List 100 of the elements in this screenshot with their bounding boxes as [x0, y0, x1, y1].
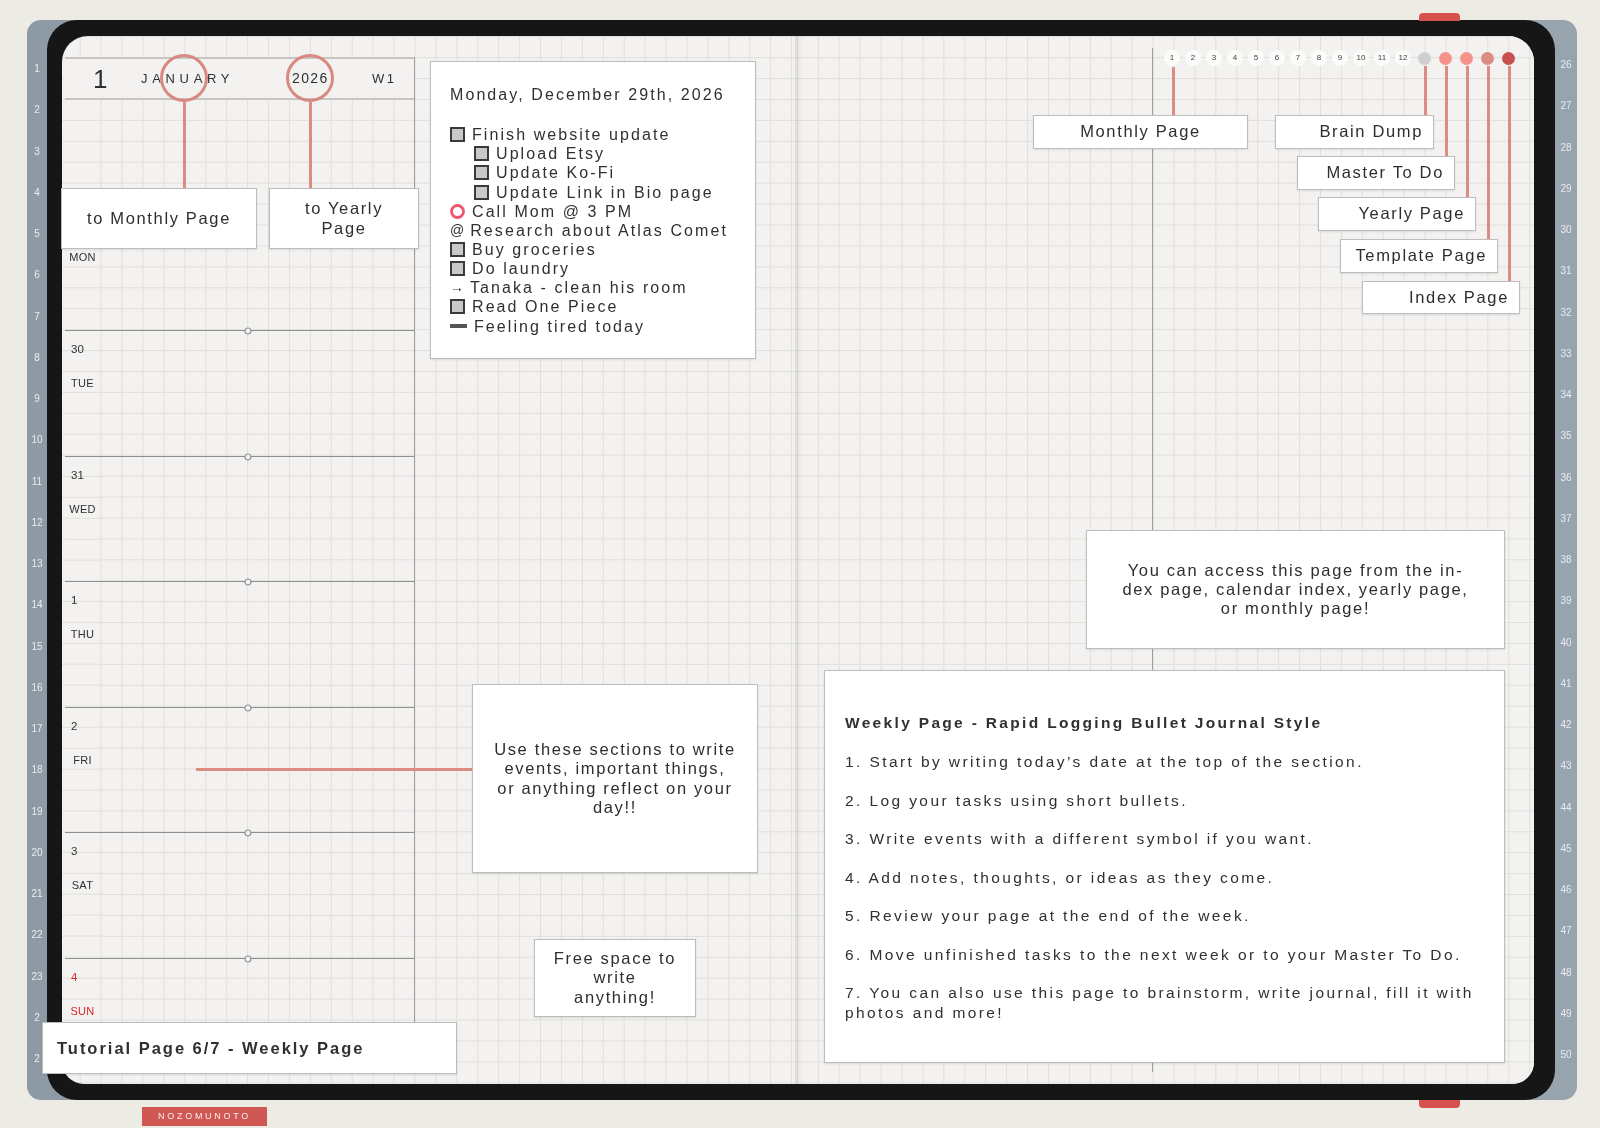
ruler-number: 4: [34, 185, 40, 200]
square-bullet-icon: [474, 146, 489, 162]
log-entry: Finish website update: [472, 125, 671, 145]
day-number: 2: [70, 718, 79, 734]
ruler-number: 3: [34, 144, 40, 159]
ruler-number: 26: [1560, 58, 1572, 72]
section-dot-icon[interactable]: [1417, 51, 1431, 65]
section-dot-icon[interactable]: [1459, 51, 1473, 65]
connector-line: [1424, 66, 1427, 115]
day-number: 1: [92, 65, 109, 92]
callout-note: Use these sections to write events, important things, or anything reflect on your day!!: [472, 684, 758, 873]
day-number: 4: [70, 969, 79, 985]
ruler-number: 2: [34, 103, 40, 118]
day-number: 30: [70, 342, 85, 357]
link-label: Brain Dump: [1275, 115, 1434, 149]
ruler-number: 13: [31, 557, 43, 571]
log-date: Monday, December 29th, 2026: [450, 85, 726, 105]
log-entry: Feeling tired today: [474, 316, 646, 336]
ruler-number: 10: [31, 433, 43, 448]
square-bullet-icon: [450, 127, 465, 143]
log-entry: Do laundry: [472, 259, 571, 279]
month-tab[interactable]: 8: [1311, 50, 1327, 66]
day-name: MON: [68, 250, 97, 265]
square-bullet-icon: [474, 165, 489, 181]
ruler-number: 47: [1560, 924, 1572, 939]
month-tab[interactable]: 9: [1332, 50, 1348, 66]
month-tab[interactable]: 11: [1374, 50, 1390, 66]
day-name: WED: [68, 501, 97, 517]
day-number: 31: [70, 467, 85, 483]
section-dot-icon[interactable]: [1501, 51, 1515, 65]
day-number: 3: [70, 844, 79, 860]
ruler-number: 37: [1560, 511, 1572, 526]
ruler-number: 29: [1560, 181, 1572, 196]
ruler-number: 39: [1560, 594, 1572, 609]
month-tab[interactable]: 1: [1164, 50, 1180, 66]
instruction-step: 2. Log your tasks using short bullets.: [845, 790, 1482, 811]
callout-note: Free space to write anything!: [534, 939, 696, 1017]
ruler-number: 31: [1560, 264, 1572, 279]
square-bullet-icon: [450, 242, 465, 257]
day-name: SAT: [70, 878, 95, 894]
ruler-number: 2: [34, 1052, 40, 1066]
ruler-number: 44: [1560, 800, 1572, 815]
instruction-step: 3. Write events with a different symbol if you want.: [845, 829, 1482, 849]
log-entry: Read One Piece: [472, 297, 619, 317]
ruler-number: 15: [31, 639, 43, 654]
highlight-ring: [286, 54, 334, 102]
ruler-number: 23: [31, 969, 43, 984]
month-tab[interactable]: 4: [1227, 50, 1243, 66]
ruler-number: 16: [31, 680, 43, 695]
access-note: You can access this page from the in- dex page, calendar index, yearly page, or monthly page!: [1086, 530, 1505, 649]
page-title-label: Tutorial Page 6/7 - Weekly Page: [42, 1022, 457, 1074]
ruler-number: 20: [31, 845, 43, 860]
ruler-number: 27: [1560, 99, 1572, 114]
bookmark-ribbon: [1419, 1100, 1460, 1108]
month-tab[interactable]: 12: [1395, 50, 1411, 66]
link-label: Master To Do: [1297, 156, 1455, 190]
instruction-step: 5. Review your page at the end of the week.: [845, 906, 1482, 926]
month-tab[interactable]: 2: [1185, 50, 1201, 66]
month-tab[interactable]: 10: [1353, 50, 1369, 66]
ruler-number: 12: [31, 515, 43, 530]
ruler-number: 34: [1560, 388, 1572, 402]
month-tab[interactable]: 6: [1269, 50, 1285, 66]
ruler-number: 33: [1560, 346, 1572, 361]
link-label: Monthly Page: [1033, 115, 1248, 149]
ruler-number: 49: [1560, 1006, 1572, 1021]
callout-note: to Monthly Page: [61, 188, 257, 249]
bullet-symbol: @: [450, 220, 465, 240]
section-dot-icon[interactable]: [1438, 51, 1452, 65]
day-name: FRI: [72, 752, 93, 768]
ruler-number: 38: [1560, 553, 1572, 567]
ruler-number: 46: [1560, 883, 1572, 897]
ruler-number: 8: [34, 350, 40, 365]
ring-bullet-icon: [450, 203, 465, 219]
ruler-number: 18: [31, 763, 43, 778]
day-name: SUN: [69, 1003, 96, 1019]
link-label: Yearly Page: [1318, 197, 1476, 231]
day-name: THU: [69, 627, 96, 643]
ruler-number: 28: [1560, 140, 1572, 155]
month-tab[interactable]: 5: [1248, 50, 1264, 66]
link-label: Index Page: [1362, 281, 1520, 314]
ruler-number: 45: [1560, 841, 1572, 856]
square-bullet-icon: [450, 261, 465, 277]
month-tab[interactable]: 7: [1290, 50, 1306, 66]
instruction-step: 4. Add notes, thoughts, or ideas as they come.: [845, 867, 1482, 888]
log-entry: Buy groceries: [472, 240, 597, 259]
ruler-number: 30: [1560, 223, 1572, 237]
ruler-number: 42: [1560, 718, 1572, 732]
dash-icon: [450, 324, 467, 329]
bookmark-ribbon: [1419, 13, 1460, 21]
ruler-number: 19: [31, 804, 43, 819]
section-dot-icon[interactable]: [1480, 51, 1494, 65]
log-entry: Update Link in Bio page: [496, 182, 714, 202]
instructions-title: Weekly Page - Rapid Logging Bullet Journal Style: [845, 713, 1324, 733]
connector-line: [1172, 67, 1175, 115]
ruler-number: 48: [1560, 965, 1572, 980]
year-link[interactable]: 2026: [292, 68, 372, 89]
month-tab[interactable]: 3: [1206, 50, 1222, 66]
ruler-number: 5: [34, 227, 40, 241]
log-entry: Research about Atlas Comet: [470, 220, 728, 240]
log-entry: Update Ko-Fi: [496, 163, 616, 183]
